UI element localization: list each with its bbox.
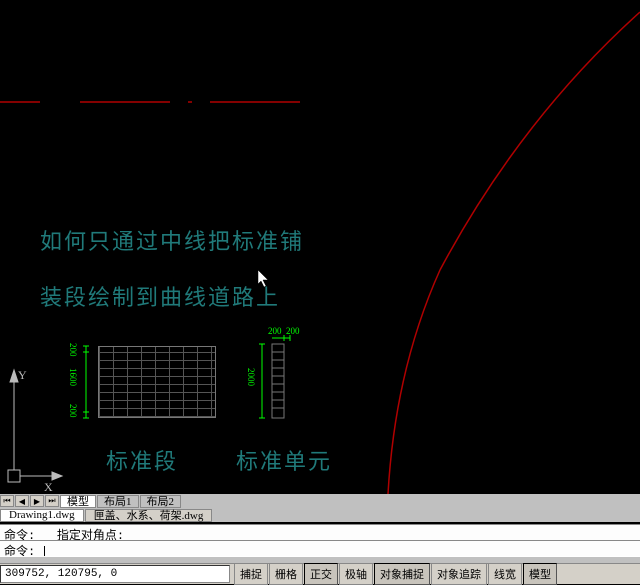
hatch-rectangle	[98, 346, 216, 418]
dim-seg-top: 200	[68, 343, 78, 357]
status-polar[interactable]: 极轴	[339, 563, 373, 585]
nav-last-icon[interactable]: ⏭	[45, 495, 59, 507]
dim-seg-bot: 200	[68, 404, 78, 418]
status-ortho[interactable]: 正交	[304, 563, 338, 585]
file-tab-bar: Drawing1.dwg 匣盖、水系、荷架.dwg	[0, 508, 640, 522]
nav-prev-icon[interactable]: ◀	[15, 495, 29, 507]
ucs-y-label: Y	[18, 368, 27, 383]
dim-unit-right: 200	[286, 326, 300, 336]
dim-unit-top: 200	[268, 326, 282, 336]
dim-seg-mid: 1600	[68, 368, 78, 386]
tab-layout2[interactable]: 布局2	[140, 495, 182, 508]
file-tab-inactive[interactable]: 匣盖、水系、荷架.dwg	[85, 509, 213, 522]
layout-tab-bar: ⏮ ◀ ▶ ⏭ 模型 布局1 布局2	[0, 494, 640, 508]
command-input[interactable]: 命令:	[0, 540, 640, 556]
status-model[interactable]: 模型	[523, 563, 557, 585]
cursor-icon	[258, 270, 270, 288]
annotation-line-1: 如何只通过中线把标准铺	[40, 224, 304, 256]
status-lwt[interactable]: 线宽	[488, 563, 522, 585]
dim-unit-h: 2000	[246, 368, 256, 386]
tab-model[interactable]: 模型	[60, 495, 96, 508]
drawing-canvas[interactable]: 如何只通过中线把标准铺 装段绘制到曲线道路上 标准段 标准单元 Y X 200 …	[0, 0, 640, 494]
coordinates-readout[interactable]: 309752, 120795, 0	[0, 565, 230, 583]
status-grid[interactable]: 栅格	[269, 563, 303, 585]
status-bar: 309752, 120795, 0 捕捉 栅格 正交 极轴 对象捕捉 对象追踪 …	[0, 564, 640, 584]
nav-first-icon[interactable]: ⏮	[0, 495, 14, 507]
status-snap[interactable]: 捕捉	[234, 563, 268, 585]
status-otrack[interactable]: 对象追踪	[431, 563, 487, 585]
status-osnap[interactable]: 对象捕捉	[374, 563, 430, 585]
file-tab-active[interactable]: Drawing1.dwg	[0, 509, 84, 522]
unit-label: 标准单元	[236, 444, 332, 476]
annotation-line-2: 装段绘制到曲线道路上	[40, 280, 280, 312]
nav-next-icon[interactable]: ▶	[30, 495, 44, 507]
ucs-x-label: X	[44, 480, 53, 495]
tab-layout1[interactable]: 布局1	[97, 495, 139, 508]
segment-label: 标准段	[106, 444, 178, 476]
command-history-line: 命令: 指定对角点:	[0, 524, 640, 540]
